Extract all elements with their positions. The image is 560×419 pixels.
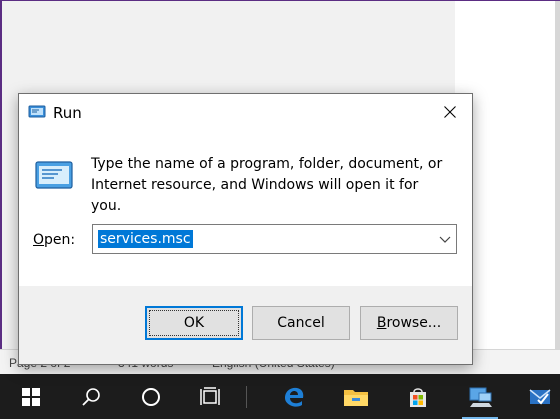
edge-icon bbox=[285, 387, 304, 407]
dialog-content: Type the name of a program, folder, docu… bbox=[19, 130, 472, 286]
edge-button[interactable] bbox=[270, 374, 318, 419]
taskbar-separator bbox=[246, 386, 247, 408]
run-program-icon bbox=[35, 161, 73, 189]
description-line-1: Type the name of a program, folder, docu… bbox=[91, 156, 443, 172]
browse-label-text: rowse... bbox=[386, 315, 442, 331]
remote-desktop-icon bbox=[469, 387, 492, 407]
vertical-scrollbar[interactable] bbox=[555, 0, 560, 349]
browse-accelerator: B bbox=[376, 315, 387, 331]
description-line-2: Internet resource, and Windows will open… bbox=[91, 177, 419, 214]
ok-button-label: OK bbox=[183, 315, 205, 331]
dialog-title: Run bbox=[53, 104, 82, 122]
file-explorer-icon bbox=[344, 389, 368, 406]
mail-button[interactable] bbox=[516, 374, 560, 419]
open-input-value[interactable]: services.msc bbox=[98, 230, 193, 248]
cortana-button[interactable] bbox=[127, 374, 175, 419]
start-button[interactable] bbox=[7, 374, 55, 419]
windows-start-icon bbox=[22, 387, 40, 406]
file-explorer-button[interactable] bbox=[332, 374, 380, 419]
open-label: Open: bbox=[33, 232, 75, 248]
search-icon bbox=[82, 387, 100, 406]
run-icon bbox=[28, 105, 46, 118]
task-view-button[interactable] bbox=[186, 374, 234, 419]
task-view-icon bbox=[200, 386, 220, 405]
remote-desktop-button[interactable] bbox=[456, 374, 504, 419]
dialog-description: Type the name of a program, folder, docu… bbox=[91, 154, 451, 217]
store-button[interactable] bbox=[394, 374, 442, 419]
browse-button[interactable]: Browse... bbox=[360, 306, 458, 340]
dialog-titlebar[interactable]: Run bbox=[19, 94, 472, 130]
browse-button-label: Browse... bbox=[377, 315, 441, 331]
cancel-button-label: Cancel bbox=[277, 315, 325, 331]
close-button[interactable] bbox=[428, 94, 472, 130]
mail-icon bbox=[529, 388, 551, 405]
open-label-text: pen: bbox=[44, 232, 76, 248]
search-button[interactable] bbox=[67, 374, 115, 419]
taskbar bbox=[0, 374, 560, 419]
open-label-accelerator: O bbox=[33, 232, 45, 248]
run-dialog: Run Type the name of a program, folder, … bbox=[18, 93, 473, 365]
cortana-icon bbox=[142, 387, 160, 406]
ok-button[interactable]: OK bbox=[145, 306, 243, 340]
open-combobox[interactable]: services.msc bbox=[92, 224, 457, 254]
window-border bbox=[0, 0, 2, 349]
chevron-down-icon[interactable] bbox=[438, 231, 452, 247]
cancel-button[interactable]: Cancel bbox=[252, 306, 350, 340]
close-icon bbox=[444, 106, 456, 118]
store-icon bbox=[410, 387, 426, 407]
window-border-top bbox=[0, 0, 560, 1]
